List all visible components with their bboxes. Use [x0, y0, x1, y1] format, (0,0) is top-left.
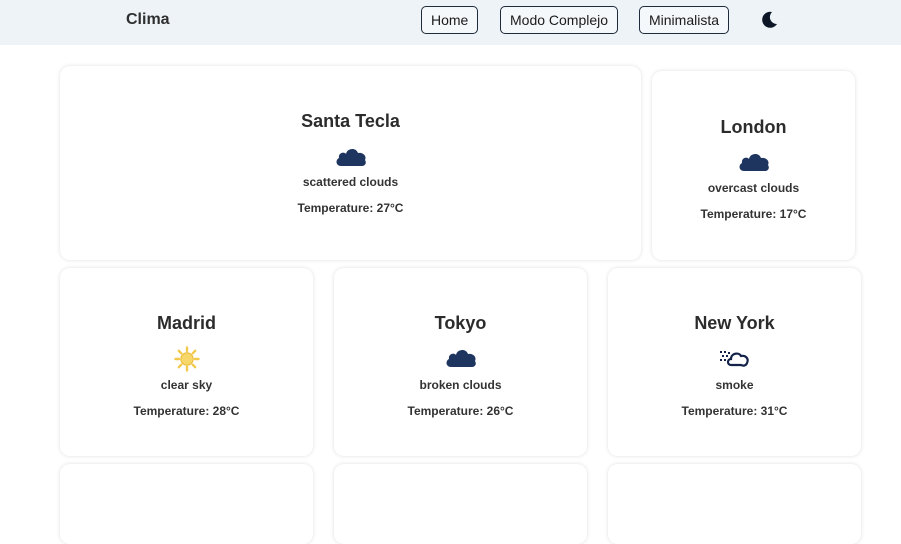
temperature-value: 26°C: [486, 404, 514, 418]
city-name: Madrid: [156, 313, 216, 333]
cloud-icon: [739, 153, 769, 171]
nav-complex-mode-button[interactable]: Modo Complejo: [500, 6, 619, 34]
city-name: New York: [694, 313, 775, 333]
weather-card-partial[interactable]: [60, 464, 313, 544]
weather-card[interactable]: Tokyo broken clouds Temperature: 26°C: [334, 268, 587, 456]
moon-icon[interactable]: [759, 10, 779, 30]
cloud-icon: [336, 148, 366, 166]
sun-icon: [173, 346, 200, 372]
weather-description: clear sky: [160, 378, 213, 392]
weather-card[interactable]: Santa Tecla scattered clouds Temperature…: [60, 66, 641, 260]
temperature-text: Temperature: 31°C: [681, 404, 788, 418]
weather-description: broken clouds: [419, 378, 502, 392]
weather-description: smoke: [715, 378, 754, 392]
weather-card[interactable]: New York smoke Temperature: 31°C: [608, 268, 861, 456]
cloud-icon: [446, 349, 476, 367]
nav-minimalist-button[interactable]: Minimalista: [639, 6, 730, 34]
temperature-value: 28°C: [212, 404, 240, 418]
temperature-value: 31°C: [760, 404, 788, 418]
temperature-text: Temperature: 28°C: [133, 404, 240, 418]
weather-card-partial[interactable]: [334, 464, 587, 544]
brand-title[interactable]: Clima: [126, 11, 170, 29]
temperature-value: 27°C: [376, 201, 404, 215]
weather-card[interactable]: Madrid clear sky Temperature: 28°C: [60, 268, 313, 456]
nav-home-button[interactable]: Home: [421, 6, 479, 34]
weather-card-partial[interactable]: [608, 464, 861, 544]
temperature-value: 17°C: [779, 207, 807, 221]
weather-description: scattered clouds: [302, 175, 399, 189]
weather-description: overcast clouds: [707, 181, 800, 195]
city-name: Santa Tecla: [301, 111, 400, 131]
temperature-text: Temperature: 27°C: [297, 201, 404, 215]
weather-card[interactable]: London overcast clouds Temperature: 17°C: [652, 71, 855, 260]
temperature-text: Temperature: 26°C: [407, 404, 514, 418]
city-name: London: [720, 117, 787, 137]
city-name: Tokyo: [434, 313, 487, 333]
temperature-text: Temperature: 17°C: [700, 207, 807, 221]
smoke-icon: [719, 351, 749, 367]
top-navbar: Clima Home Modo Complejo Minimalista: [0, 0, 901, 45]
